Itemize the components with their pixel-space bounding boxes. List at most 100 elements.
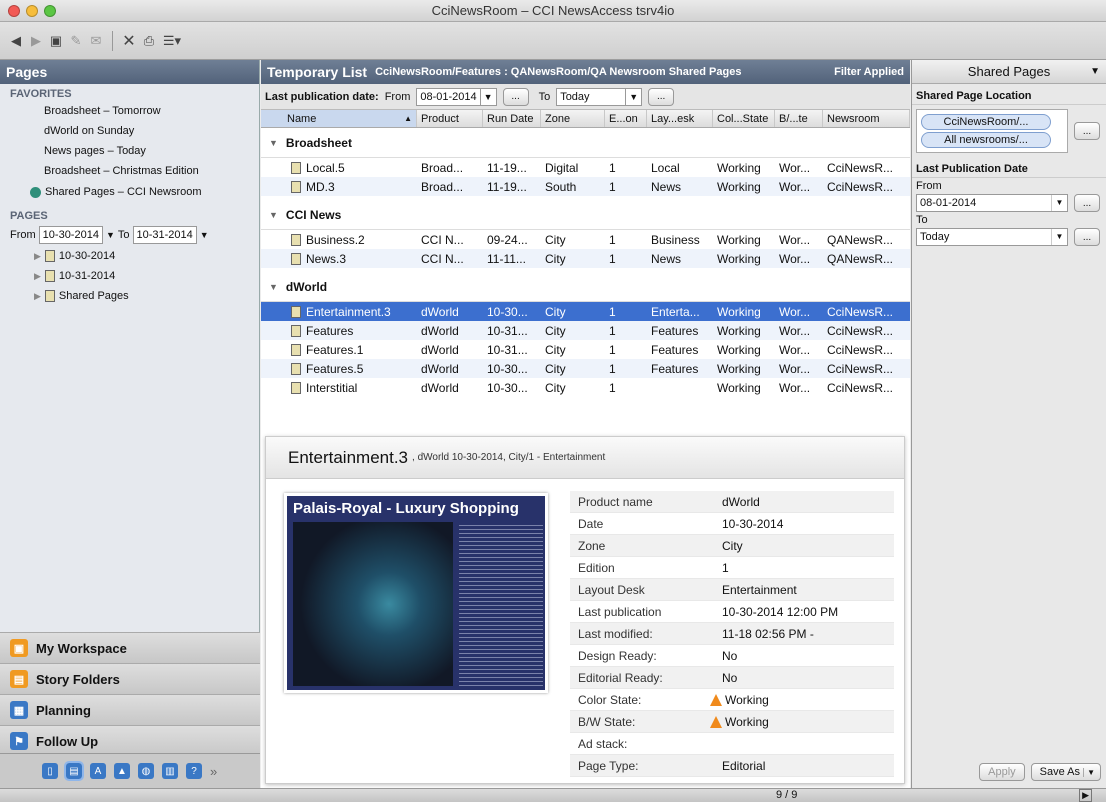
- checkin-icon[interactable]: ✉: [88, 33, 104, 49]
- help-icon[interactable]: ?: [186, 763, 202, 779]
- from-picker-button[interactable]: ...: [1074, 194, 1100, 212]
- location-pill[interactable]: CciNewsRoom/...: [921, 114, 1051, 130]
- favorite-item[interactable]: Broadsheet – Tomorrow: [0, 102, 259, 122]
- clipboard-icon[interactable]: ▯: [42, 763, 58, 779]
- table-row[interactable]: News.3 CCI N... 11-11... City 1 News Working Wo…: [261, 249, 910, 268]
- to-picker-button[interactable]: ...: [1074, 228, 1100, 246]
- to-date-select[interactable]: Today ▼: [916, 228, 1068, 246]
- nav-story-folders[interactable]: ▤ Story Folders: [0, 663, 260, 694]
- from-date-field[interactable]: 10-30-2014: [38, 226, 103, 244]
- view-options-icon[interactable]: ☰▾: [161, 33, 183, 49]
- column-header-color-state[interactable]: Col...State: [713, 110, 775, 127]
- group-header[interactable]: ▼ Broadsheet: [261, 128, 910, 158]
- table-cell: dWorld: [421, 361, 459, 376]
- column-header-run-date[interactable]: Run Date: [483, 110, 541, 127]
- disclosure-icon[interactable]: ▶: [34, 271, 41, 282]
- zoom-window-button[interactable]: [44, 5, 56, 17]
- expand-icon[interactable]: ▶: [1079, 789, 1092, 802]
- location-picker-button[interactable]: ...: [1074, 122, 1100, 140]
- column-header-edition[interactable]: E...on: [605, 110, 647, 127]
- table-cell: News: [651, 251, 682, 266]
- dropdown-icon[interactable]: ▼: [200, 230, 209, 240]
- dropdown-icon[interactable]: ▼: [1090, 60, 1100, 84]
- forward-icon[interactable]: ▶: [28, 33, 44, 49]
- stats-icon[interactable]: ▥: [162, 763, 178, 779]
- favorite-item[interactable]: News pages – Today: [0, 142, 259, 162]
- table-row[interactable]: Features dWorld 10-31... City 1 Features Worki…: [261, 321, 910, 340]
- nav-my-workspace[interactable]: ▣ My Workspace: [0, 632, 260, 663]
- property-label: Editorial Ready:: [578, 670, 663, 685]
- table-row[interactable]: MD.3 Broad... 11-19... South 1 News Working Wor…: [261, 177, 910, 196]
- disclosure-icon[interactable]: ▶: [34, 251, 41, 262]
- dropdown-icon[interactable]: ▼: [479, 87, 497, 106]
- column-header-product[interactable]: Product: [417, 110, 483, 127]
- disclosure-icon[interactable]: ▼: [269, 282, 278, 292]
- delete-icon[interactable]: ✕: [121, 33, 137, 50]
- to-date-field[interactable]: 10-31-2014: [132, 226, 197, 244]
- dropdown-icon[interactable]: ▼: [625, 87, 643, 106]
- minimize-window-button[interactable]: [26, 5, 38, 17]
- pub-to-field[interactable]: Today: [556, 87, 627, 106]
- table-row[interactable]: Local.5 Broad... 11-19... Digital 1 Local Work…: [261, 158, 910, 177]
- nav-planning[interactable]: ▦ Planning: [0, 694, 260, 725]
- save-as-button[interactable]: Save As ▼: [1030, 763, 1101, 781]
- property-value: 11-18 02:56 PM -: [722, 626, 814, 641]
- column-header-name[interactable]: Name ▲: [261, 110, 417, 127]
- column-header-zone[interactable]: Zone: [541, 110, 605, 127]
- dropdown-icon[interactable]: ▼: [1051, 229, 1067, 245]
- column-header-newsroom[interactable]: Newsroom: [823, 110, 910, 127]
- column-header-bw-state[interactable]: B/...te: [775, 110, 823, 127]
- from-date-select[interactable]: 08-01-2014 ▼: [916, 194, 1068, 212]
- table-cell: Wor...: [779, 304, 811, 319]
- calendar-icon: ▦: [10, 701, 28, 719]
- save-icon[interactable]: ▣: [48, 33, 64, 49]
- back-icon[interactable]: ◀: [8, 33, 24, 49]
- apply-button[interactable]: Apply: [979, 763, 1025, 781]
- table-cell: CciNewsR...: [827, 380, 894, 395]
- page-icon: [291, 362, 301, 375]
- close-window-button[interactable]: [8, 5, 20, 17]
- from-row: 08-01-2014 ▼ ...: [912, 194, 1106, 212]
- location-pill[interactable]: All newsrooms/...: [921, 132, 1051, 148]
- table-row[interactable]: Interstitial dWorld 10-30... City 1 Working Wo…: [261, 378, 910, 397]
- dropdown-icon[interactable]: ▼: [1083, 768, 1098, 777]
- table-row[interactable]: Features.5 dWorld 10-30... City 1 Features Wor…: [261, 359, 910, 378]
- more-icon[interactable]: »: [210, 764, 217, 779]
- photo-icon[interactable]: ▲: [114, 763, 130, 779]
- layout-icon[interactable]: A: [90, 763, 106, 779]
- tree-item[interactable]: ▶ Shared Pages: [0, 286, 259, 306]
- pages-icon[interactable]: ▤: [64, 761, 84, 781]
- table-cell: Wor...: [779, 380, 811, 395]
- disclosure-icon[interactable]: ▼: [269, 138, 278, 148]
- table-row[interactable]: Business.2 CCI N... 09-24... City 1 Business W…: [261, 230, 910, 249]
- group-header[interactable]: ▼ CCI News: [261, 200, 910, 230]
- web-icon[interactable]: ◍: [138, 763, 154, 779]
- column-header-layout-desk[interactable]: Lay...esk: [647, 110, 713, 127]
- print-icon[interactable]: ⎙: [141, 33, 157, 49]
- pub-to-picker-button[interactable]: ...: [648, 87, 675, 106]
- page-detail-panel: Entertainment.3 , dWorld 10-30-2014, Cit…: [265, 436, 905, 784]
- table-cell: MD.3: [261, 180, 417, 194]
- nav-follow-up[interactable]: ⚑ Follow Up: [0, 725, 260, 756]
- page-icon: [291, 233, 301, 246]
- edit-icon[interactable]: ✎: [68, 33, 84, 49]
- group-header[interactable]: ▼ dWorld: [261, 272, 910, 302]
- favorite-item[interactable]: dWorld on Sunday: [0, 122, 259, 142]
- disclosure-icon[interactable]: ▼: [269, 210, 278, 220]
- dropdown-icon[interactable]: ▼: [106, 230, 115, 240]
- tree-item[interactable]: ▶ 10-31-2014: [0, 266, 259, 286]
- to-label: To: [916, 214, 928, 226]
- dropdown-icon[interactable]: ▼: [1051, 195, 1067, 211]
- property-row: Last publication 10-30-2014 12:00 PM: [570, 601, 894, 623]
- pub-from-picker-button[interactable]: ...: [502, 87, 529, 106]
- tree-item[interactable]: ▶ 10-30-2014: [0, 246, 259, 266]
- disclosure-icon[interactable]: ▶: [34, 291, 41, 302]
- pub-from-field[interactable]: 08-01-2014: [416, 87, 481, 106]
- shared-pages-selector[interactable]: Shared Pages ▼: [912, 60, 1106, 84]
- page-thumbnail[interactable]: Palais-Royal - Luxury Shopping: [284, 493, 548, 693]
- favorite-item[interactable]: Broadsheet – Christmas Edition: [0, 162, 259, 182]
- property-row: Color State: Working: [570, 689, 894, 711]
- favorite-item[interactable]: Shared Pages – CCI Newsroom: [0, 182, 259, 202]
- table-row[interactable]: Features.1 dWorld 10-31... City 1 Features Wor…: [261, 340, 910, 359]
- table-row[interactable]: Entertainment.3 dWorld 10-30... City 1 Entert…: [261, 302, 910, 321]
